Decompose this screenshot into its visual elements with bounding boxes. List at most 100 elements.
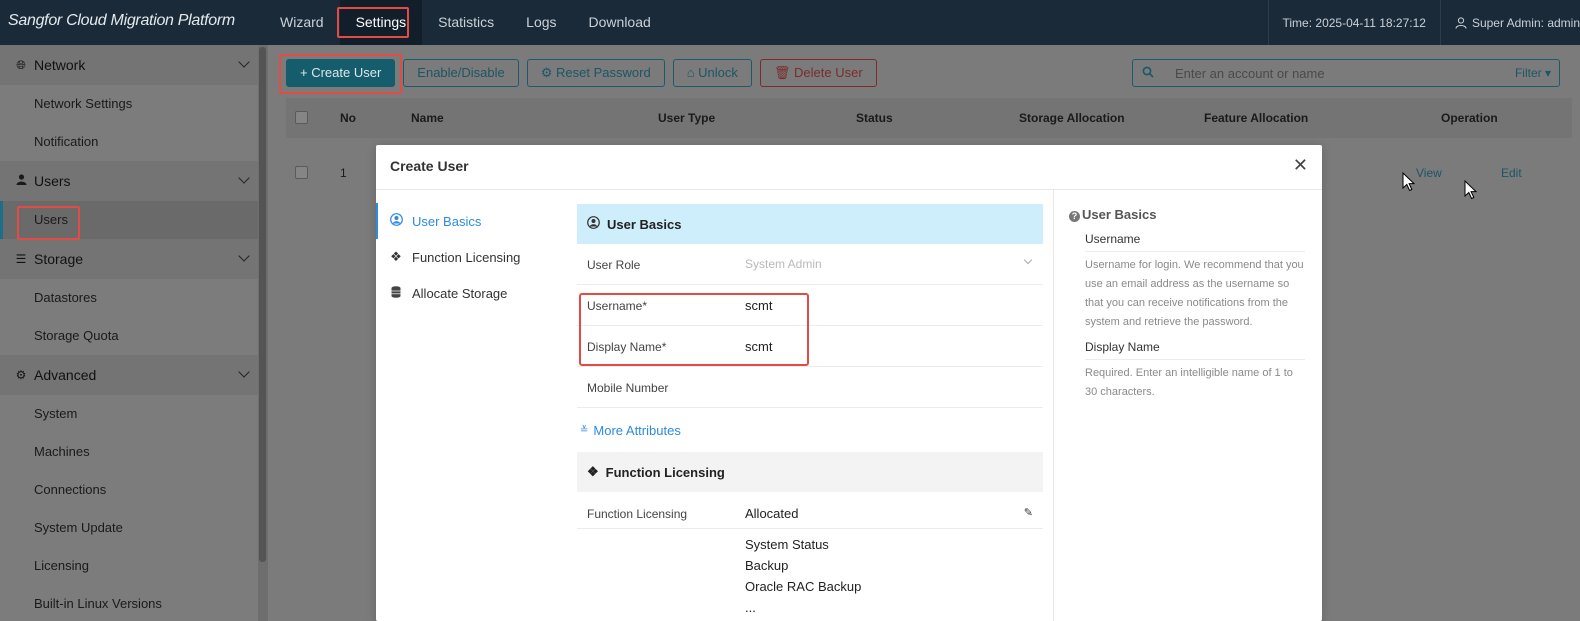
column-header[interactable]: Status [856,111,893,125]
sidebar-group-label: Storage [34,251,84,267]
create-user-dialog: Create User ✕ User Basics ❖ Function Lic… [376,145,1322,621]
user-circle-icon [388,213,404,229]
header-right: Time: 2025-04-11 18:27:12 Super Admin: a… [1254,0,1580,45]
help-title-text: User Basics [1082,207,1157,222]
double-chevron-down-icon: ≚ [580,424,589,436]
chevron-down-icon[interactable] [1023,255,1033,265]
user-circle-icon [587,216,600,232]
unlock-button[interactable]: ⌂ Unlock [672,59,752,87]
sidebar-item-storage-quota[interactable]: Storage Quota [0,317,258,355]
delete-user-label: Delete User [794,65,863,80]
user-menu[interactable]: Super Admin: admin [1455,16,1580,30]
filter-label: Filter [1514,66,1542,80]
help-panel: ? User Basics Username Username for login… [1053,190,1322,621]
enable-disable-button[interactable]: Enable/Disable [403,59,519,87]
list-item: ... [745,600,756,615]
section-title: Function Licensing [605,464,725,480]
column-header[interactable]: Feature Allocation [1204,111,1308,125]
dialog-nav-label: Function Licensing [412,249,521,265]
view-link[interactable]: View [1416,166,1442,180]
list-item: System Status [745,537,829,552]
mobile-label: Mobile Number [587,381,669,395]
mouse-cursor-icon [1402,172,1416,192]
sidebar-scrollbar[interactable] [258,45,268,621]
fields-highlight-box [579,293,809,366]
gear-icon: ⚙ [15,368,27,382]
cubes-icon: ❖ [587,464,599,479]
sidebar-item-datastores[interactable]: Datastores [0,279,258,317]
sidebar-item-machines[interactable]: Machines [0,433,258,471]
chevron-down-icon [238,172,250,184]
dialog-nav-user-basics[interactable]: User Basics [376,203,566,239]
create-user-highlight-box [279,54,402,94]
nav-statistics[interactable]: Statistics [422,0,510,45]
pencil-icon[interactable]: ✎ [1024,506,1033,519]
nav-download[interactable]: Download [573,0,667,45]
help-username-title: Username [1085,232,1305,252]
sidebar-item-linux-versions[interactable]: Built-in Linux Versions [0,585,258,621]
dialog-header: Create User ✕ [376,145,1322,190]
column-header[interactable]: Name [411,111,444,125]
sidebar-group-network[interactable]: 🌐︎ Network [0,45,258,85]
sidebar-item-notification[interactable]: Notification [0,123,258,161]
edit-link[interactable]: Edit [1501,166,1522,180]
sidebar-item-network-settings[interactable]: Network Settings [0,85,258,123]
section-user-basics: User Basics [577,204,1043,244]
delete-user-button[interactable]: 🗑︎ Delete User [759,59,877,87]
sidebar-item-connections[interactable]: Connections [0,471,258,509]
mobile-row: Mobile Number [577,367,1043,408]
question-circle-icon: ? [1069,211,1080,222]
users-highlight-box [17,206,80,240]
column-header[interactable]: Operation [1441,111,1498,125]
section-title: User Basics [607,216,682,232]
reset-password-button[interactable]: ⚙ Reset Password [526,59,665,87]
user-role-label: User Role [587,258,641,272]
column-header[interactable]: Storage Allocation [1019,111,1125,125]
sidebar-group-label: Advanced [34,367,97,383]
list-item: Oracle RAC Backup [745,579,862,594]
section-function-licensing: ❖ Function Licensing [577,452,1043,492]
unlock-icon: ⌂ [686,65,699,80]
app-title: Sangfor Cloud Migration Platform [8,12,235,29]
user-form: User Basics User Role System Admin Usern… [577,204,1043,618]
dialog-nav-allocate-storage[interactable]: Allocate Storage [376,275,566,311]
top-nav: Wizard Settings Statistics Logs Download [264,0,667,45]
sidebar-item-system-update[interactable]: System Update [0,509,258,547]
user-outline-icon [1455,16,1467,29]
close-icon[interactable]: ✕ [1293,155,1308,176]
help-display-title: Display Name [1085,340,1305,360]
select-all-checkbox[interactable] [295,111,308,124]
chevron-down-icon [238,366,250,378]
help-display-text: Required. Enter an intelligible name of … [1085,367,1293,398]
search-box: Filter ▾ [1132,59,1560,87]
nav-logs[interactable]: Logs [510,0,572,45]
sidebar-group-users[interactable]: Users [0,161,258,201]
user-name: Super Admin: admin [1471,15,1580,30]
column-header[interactable]: User Type [658,111,715,125]
column-header[interactable]: No [340,111,356,125]
filter-dropdown[interactable]: Filter ▾ [1515,66,1559,80]
unlock-label: Unlock [698,65,738,80]
sidebar-item-licensing[interactable]: Licensing [0,547,258,585]
trash-icon: 🗑︎ [773,65,795,80]
nav-wizard[interactable]: Wizard [264,0,340,45]
dialog-nav-label: User Basics [412,213,482,229]
search-input[interactable] [1163,61,1515,85]
dialog-nav-function-licensing[interactable]: ❖ Function Licensing [376,239,566,275]
sidebar-group-advanced[interactable]: ⚙ Advanced [0,355,258,395]
function-licensing-label: Function Licensing [587,507,688,521]
row-checkbox[interactable] [295,166,308,179]
help-title: ? User Basics [1069,207,1156,222]
sidebar-group-storage[interactable]: ☰ Storage [0,239,258,279]
more-attributes-link[interactable]: ≚ More Attributes [577,408,1043,452]
sidebar-item-system[interactable]: System [0,395,258,433]
dialog-title: Create User [390,158,469,174]
scrollbar-thumb[interactable] [259,47,266,562]
chevron-down-icon [238,250,250,262]
cubes-icon: ❖ [390,249,402,264]
licensed-functions-list: System Status Backup Oracle RAC Backup .… [577,529,1043,618]
settings-highlight-box [337,7,409,38]
help-username-text: Username for login. We recommend that yo… [1085,259,1304,328]
user-role-select[interactable]: System Admin [745,257,822,271]
divider [1439,0,1441,45]
